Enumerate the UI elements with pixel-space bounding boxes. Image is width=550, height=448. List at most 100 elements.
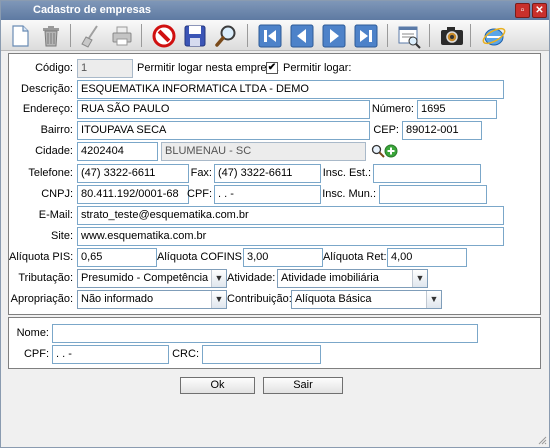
new-button[interactable] [7,23,33,49]
permitir-logar-label: Permitir logar: [283,62,352,74]
first-record-button[interactable] [257,23,283,49]
print-button[interactable] [109,23,135,49]
cidade-code-field[interactable]: 4202404 [77,142,158,161]
cidade-add-icon[interactable] [384,144,398,158]
save-button[interactable] [182,23,208,49]
close-button[interactable]: ✕ [532,3,547,18]
contador-cpf-field[interactable]: . . - [52,345,169,364]
descricao-field[interactable]: ESQUEMATIKA INFORMATICA LTDA - DEMO [77,80,504,99]
insc-mun-label: Insc. Mun.: [322,188,376,200]
last-record-button[interactable] [353,23,379,49]
telefone-field[interactable]: (47) 3322-6611 [77,164,189,183]
previous-record-button[interactable] [289,23,315,49]
permitir-logar-checkbox[interactable]: ✔ [266,62,278,74]
endereco-label: Endereço: [22,103,73,115]
cadastro-window: Cadastro de empresas ▫ ✕ Código: 1 Permi… [0,0,550,448]
camera-icon [441,27,463,45]
atividade-value: Atividade imobiliária [281,272,379,284]
resize-grip-icon[interactable] [537,435,547,445]
contador-cpf-label: CPF: [23,348,49,360]
numero-label: Número: [371,103,414,115]
restore-button[interactable]: ▫ [515,3,530,18]
tributacao-value: Presumido - Competência [81,272,209,284]
apropriacao-label: Apropriação: [10,293,73,305]
email-field[interactable]: strato_teste@esquematika.com.br [77,206,504,225]
aliquota-pis-field[interactable]: 0,65 [77,248,157,267]
email-label: E-Mail: [38,209,73,221]
report-icon [398,26,421,49]
contador-nome-field[interactable] [52,324,478,343]
first-record-icon [258,24,282,48]
toolbar [1,20,549,51]
apropriacao-value: Não informado [81,293,154,305]
ok-button[interactable]: Ok [180,377,255,394]
contribuicao-select[interactable]: Alíquota Básica ▼ [291,290,442,309]
contador-crc-field[interactable] [202,345,321,364]
chevron-down-icon[interactable]: ▼ [211,270,226,287]
cidade-search-icon[interactable] [371,144,385,158]
contador-panel: Nome: CPF: . . - CRC: [8,317,541,369]
insc-est-label: Insc. Est.: [322,167,371,179]
internet-button[interactable] [481,23,507,49]
descricao-label: Descrição: [21,83,73,95]
delete-button[interactable] [38,23,64,49]
insc-est-field[interactable] [373,164,481,183]
next-record-button[interactable] [321,23,347,49]
contribuicao-label: Contribuição: [227,293,292,305]
company-form-panel: Código: 1 Permitir logar nesta empresa ✔… [8,53,541,315]
cep-label: CEP: [373,124,399,136]
new-document-icon [12,25,29,47]
chevron-down-icon[interactable]: ▼ [211,291,226,308]
cep-field[interactable]: 89012-001 [402,121,482,140]
ie-browser-icon [482,27,506,46]
chevron-down-icon[interactable]: ▼ [412,270,427,287]
aliquota-pis-label: Alíquota PIS: [9,251,74,263]
close-icon: ✕ [535,5,544,16]
aliquota-cofins-field[interactable]: 3,00 [243,248,323,267]
codigo-field[interactable]: 1 [77,59,133,78]
cancel-icon [152,24,176,48]
fax-field[interactable]: (47) 3322-6611 [214,164,321,183]
toolbar-separator [141,24,142,47]
cnpj-label: CNPJ: [41,188,73,200]
report-button[interactable] [396,23,422,49]
bairro-label: Bairro: [40,124,73,136]
site-field[interactable]: www.esquematika.com.br [77,227,504,246]
chevron-down-icon[interactable]: ▼ [426,291,441,308]
permitir-logar-empresa-label: Permitir logar nesta empresa [137,62,279,74]
cpf-field[interactable]: . . - [214,185,321,204]
clear-button[interactable] [79,23,105,49]
toolbar-separator [387,24,388,47]
save-icon [184,25,206,47]
toolbar-separator [470,24,471,47]
endereco-field[interactable]: RUA SÃO PAULO [77,100,370,119]
contador-crc-label: CRC: [172,348,199,360]
sair-button[interactable]: Sair [263,377,343,394]
printer-icon [112,26,132,46]
cnpj-field[interactable]: 80.411.192/0001-68 [77,185,189,204]
toolbar-separator [70,24,71,47]
tributacao-select[interactable]: Presumido - Competência ▼ [77,269,227,288]
title-bar: Cadastro de empresas ▫ ✕ [1,1,549,20]
aliquota-ret-label: Alíquota Ret: [323,251,387,263]
search-button[interactable] [213,23,239,49]
apropriacao-select[interactable]: Não informado ▼ [77,290,227,309]
atividade-select[interactable]: Atividade imobiliária ▼ [277,269,428,288]
bairro-field[interactable]: ITOUPAVA SECA [77,121,370,140]
previous-record-icon [290,24,314,48]
insc-mun-field[interactable] [379,185,487,204]
contador-nome-label: Nome: [16,327,49,339]
last-record-icon [354,24,378,48]
tributacao-label: Tributação: [18,272,73,284]
fax-label: Fax: [190,167,212,179]
trash-icon [43,26,59,47]
toolbar-separator [247,24,248,47]
cidade-name-field: BLUMENAU - SC [161,142,366,161]
numero-field[interactable]: 1695 [417,100,497,119]
camera-button[interactable] [439,23,465,49]
window-title: Cadastro de empresas [33,4,151,16]
telefone-label: Telefone: [28,167,73,179]
aliquota-ret-field[interactable]: 4,00 [387,248,467,267]
search-icon [215,25,236,47]
cancel-button[interactable] [151,23,177,49]
